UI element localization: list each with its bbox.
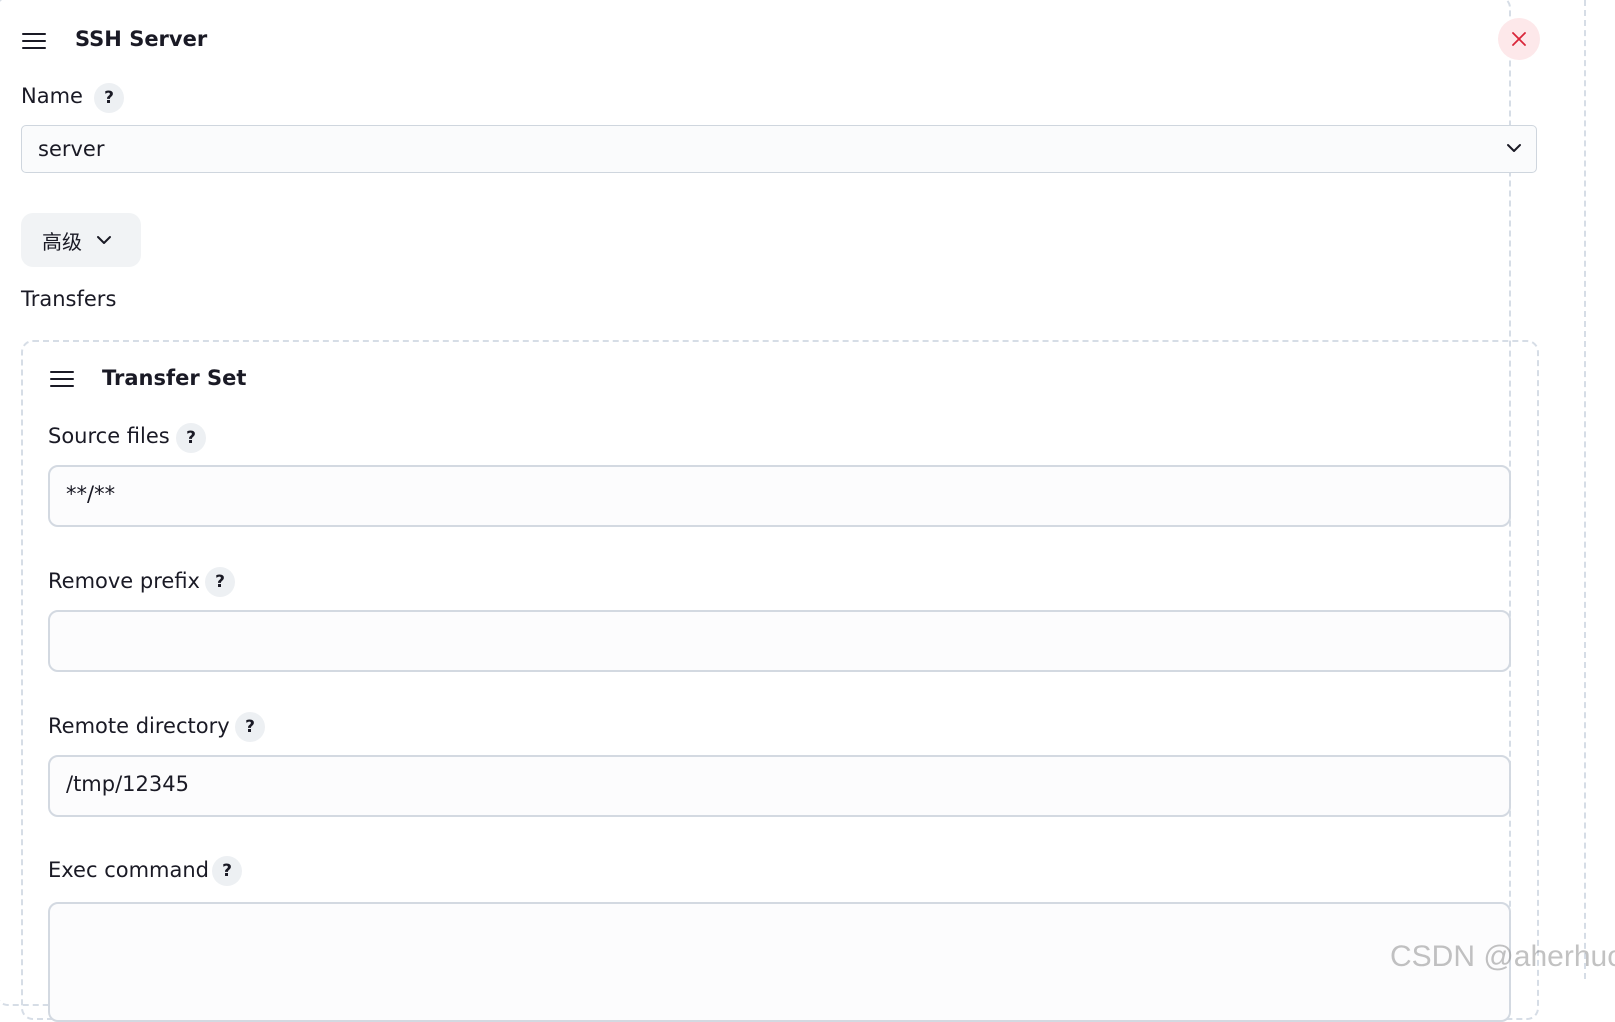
ssh-server-drag-handle-icon[interactable]: [22, 33, 46, 49]
transfers-label: Transfers: [21, 287, 117, 311]
remove-prefix-label: Remove prefix: [48, 569, 200, 593]
outer-container-border: [1584, 0, 1586, 979]
remote-directory-label: Remote directory: [48, 714, 230, 738]
remote-directory-value: /tmp/12345: [66, 772, 189, 796]
source-files-help-button[interactable]: ?: [176, 423, 206, 453]
chevron-down-icon: [97, 236, 111, 244]
advanced-button[interactable]: 高级: [21, 213, 141, 267]
transfer-set-drag-handle-icon[interactable]: [50, 371, 74, 387]
exec-command-label: Exec command: [48, 858, 210, 882]
name-label: Name: [21, 84, 83, 108]
name-select-value: server: [38, 137, 105, 161]
transfer-set-title: Transfer Set: [102, 366, 247, 390]
ssh-server-title: SSH Server: [75, 27, 208, 51]
exec-command-textarea[interactable]: [48, 902, 1511, 1022]
source-files-label: Source files: [48, 424, 170, 448]
name-select[interactable]: server: [21, 125, 1537, 173]
watermark: CSDN @aherhuo: [1390, 940, 1615, 973]
chevron-down-icon: [1507, 144, 1521, 152]
source-files-input[interactable]: **/**: [48, 465, 1511, 527]
name-help-button[interactable]: ?: [94, 83, 124, 113]
source-files-value: **/**: [66, 482, 116, 506]
exec-command-help-button[interactable]: ?: [212, 856, 242, 886]
remove-prefix-help-button[interactable]: ?: [205, 567, 235, 597]
delete-ssh-server-button[interactable]: [1498, 18, 1540, 60]
close-icon: [1512, 32, 1526, 46]
remote-directory-input[interactable]: /tmp/12345: [48, 755, 1511, 817]
remove-prefix-input[interactable]: [48, 610, 1511, 672]
remote-directory-help-button[interactable]: ?: [235, 712, 265, 742]
advanced-label: 高级: [42, 229, 82, 254]
